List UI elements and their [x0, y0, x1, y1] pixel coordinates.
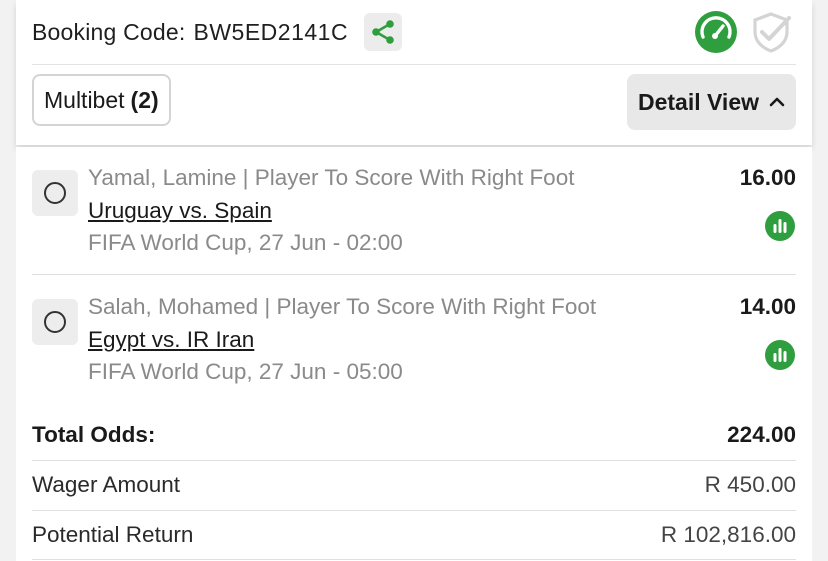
- total-odds-label: Total Odds:: [32, 422, 156, 447]
- potential-return-value: R 102,816.00: [660, 522, 796, 547]
- summary-divider: [32, 460, 796, 461]
- potential-return-row: Potential Return R 102,816.00: [32, 517, 796, 553]
- booking-code-value: BW5ED2141C: [193, 18, 349, 45]
- total-odds-row: Total Odds: 224.00: [32, 417, 796, 453]
- potential-return-label: Potential Return: [32, 522, 194, 547]
- detail-view-button[interactable]: Detail View: [627, 74, 796, 130]
- bet-competition: FIFA World Cup, 27 Jun - 02:00: [88, 230, 403, 255]
- chevron-up-icon: [769, 97, 785, 107]
- bet-odds: 16.00: [739, 165, 796, 190]
- booking-code-row: Booking Code: BW5ED2141C: [32, 12, 403, 52]
- wager-amount-row: Wager Amount R 450.00: [32, 467, 796, 503]
- multibet-count: (2): [130, 86, 159, 113]
- header-divider: [32, 64, 796, 65]
- multibet-label: Multibet: [44, 86, 125, 113]
- bet-item: Yamal, Lamine | Player To Score With Rig…: [16, 147, 812, 275]
- radio-circle-icon: [44, 182, 66, 204]
- bet-item: Salah, Mohamed | Player To Score With Ri…: [16, 275, 812, 403]
- bet-select-radio[interactable]: [32, 170, 78, 216]
- bet-competition: FIFA World Cup, 27 Jun - 05:00: [88, 359, 403, 384]
- bet-match-link[interactable]: Uruguay vs. Spain: [88, 198, 272, 224]
- stats-icon[interactable]: [764, 210, 796, 242]
- summary-divider: [32, 559, 796, 560]
- multibet-badge: Multibet (2): [32, 74, 171, 126]
- bet-match-link[interactable]: Egypt vs. IR Iran: [88, 327, 254, 353]
- bet-select-radio[interactable]: [32, 299, 78, 345]
- total-odds-value: 224.00: [727, 422, 796, 447]
- bet-slip-header: Booking Code: BW5ED2141C Multibet (2) De…: [16, 0, 812, 145]
- stats-icon[interactable]: [764, 339, 796, 371]
- wager-amount-label: Wager Amount: [32, 472, 180, 497]
- shield-check-icon[interactable]: [749, 10, 793, 54]
- speedometer-icon[interactable]: [694, 10, 738, 54]
- booking-code-label: Booking Code:: [32, 18, 186, 45]
- detail-view-label: Detail View: [637, 88, 760, 115]
- bet-selection: Salah, Mohamed | Player To Score With Ri…: [88, 294, 597, 319]
- bet-slip-body: Yamal, Lamine | Player To Score With Rig…: [16, 147, 812, 561]
- share-button[interactable]: [364, 13, 403, 51]
- wager-amount-value: R 450.00: [704, 472, 796, 497]
- summary-divider: [32, 510, 796, 511]
- share-icon: [372, 20, 394, 44]
- bet-selection: Yamal, Lamine | Player To Score With Rig…: [88, 165, 575, 190]
- bet-odds: 14.00: [739, 294, 796, 319]
- radio-circle-icon: [44, 311, 66, 333]
